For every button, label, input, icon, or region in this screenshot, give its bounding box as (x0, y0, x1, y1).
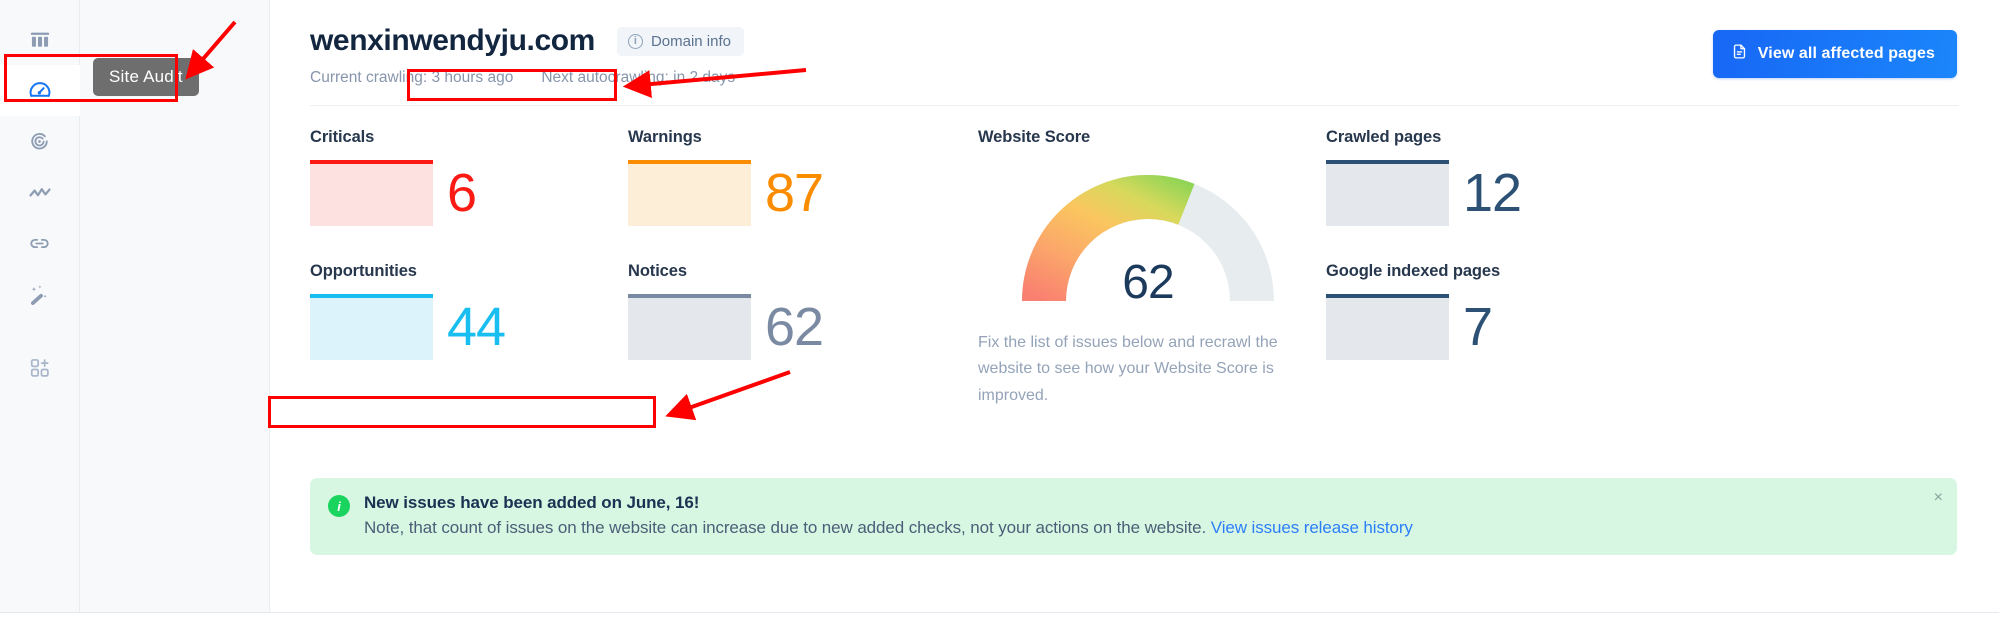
metric-value: 12 (1463, 163, 1522, 223)
banner-text: Note, that count of issues on the websit… (364, 518, 1413, 538)
metric-bar (310, 160, 433, 226)
metric-value: 7 (1463, 297, 1493, 357)
metric-card-opportunities[interactable]: Opportunities 44 (310, 262, 628, 360)
sidebar-tooltip: Site Audit (93, 58, 199, 96)
sidebar-item-tools[interactable] (0, 269, 80, 320)
sidebar-item-analytics[interactable] (0, 167, 80, 218)
metric-card-crawled-pages[interactable]: Crawled pages 12 (1326, 128, 1959, 226)
view-all-affected-pages-button[interactable]: View all affected pages (1712, 30, 1957, 78)
title-row: wenxinwendyju.com i Domain info (310, 24, 1959, 58)
icon-sidebar (0, 0, 80, 612)
main-content: wenxinwendyju.com i Domain info Current … (270, 0, 1999, 612)
banner-body: New issues have been added on June, 16! … (364, 493, 1413, 538)
next-autocrawling-text: Next autocrawling: in 2 days (541, 69, 736, 86)
close-icon[interactable]: × (1934, 490, 1943, 506)
metric-column-left: Criticals 6 Opportunities 44 (310, 128, 628, 409)
magic-wand-icon (28, 283, 51, 306)
bottom-strip (0, 612, 1999, 634)
sidebar-item-dashboard[interactable] (0, 14, 80, 65)
sidebar-item-backlinks[interactable] (0, 218, 80, 269)
metric-label: Google indexed pages (1326, 262, 1501, 280)
metric-card-notices[interactable]: Notices 62 (628, 262, 968, 360)
metric-value: 62 (765, 297, 824, 357)
sidebar-item-apps[interactable] (0, 342, 80, 393)
website-score-gauge: 62 (1018, 169, 1278, 314)
sidebar-item-site-audit[interactable] (0, 65, 80, 116)
view-all-affected-pages-label: View all affected pages (1757, 45, 1935, 62)
domain-info-badge[interactable]: i Domain info (616, 26, 744, 56)
metric-value: 44 (447, 297, 506, 357)
radar-icon (28, 130, 51, 153)
website-score-card: Website Score 62 Fix the list of issues … (968, 128, 1318, 409)
metric-bar (628, 160, 751, 226)
banner-title: New issues have been added on June, 16! (364, 493, 700, 512)
metric-bar (310, 294, 433, 360)
line-chart-icon (28, 181, 52, 205)
metric-label: Criticals (310, 128, 375, 146)
domain-info-label: Domain info (650, 32, 731, 50)
speedometer-icon (28, 79, 52, 103)
metric-value: 6 (447, 163, 477, 223)
website-score-note: Fix the list of issues below and recrawl… (978, 334, 1278, 404)
metric-label: Opportunities (310, 262, 417, 280)
link-icon (28, 232, 51, 255)
metric-card-criticals[interactable]: Criticals 6 (310, 128, 628, 226)
current-crawling-text: Current crawling: 3 hours ago (310, 69, 514, 86)
metric-value: 87 (765, 163, 824, 223)
sidebar-item-rank-tracker[interactable] (0, 116, 80, 167)
metric-bar (1326, 294, 1449, 360)
metrics-grid: Criticals 6 Opportunities 44 Warnings 87… (270, 106, 1999, 409)
crawl-status-row: Current crawling: 3 hours ago Next autoc… (310, 69, 1959, 87)
metric-label: Crawled pages (1326, 128, 1442, 146)
website-score-value: 62 (1122, 256, 1174, 309)
metric-label: Warnings (628, 128, 702, 146)
page-title: wenxinwendyju.com (310, 24, 595, 57)
info-icon: i (328, 495, 350, 517)
metric-label: Notices (628, 262, 687, 280)
metric-column-right: Crawled pages 12 Google indexed pages 7 (1318, 128, 1959, 409)
metric-bar (1326, 160, 1449, 226)
view-issues-release-history-link[interactable]: View issues release history (1211, 518, 1413, 537)
site-audit-page: Site Audit wenxinwendyju.com i Domain in… (0, 0, 1999, 634)
metric-bar (628, 294, 751, 360)
metric-card-google-indexed-pages[interactable]: Google indexed pages 7 (1326, 262, 1959, 360)
metric-column-mid: Warnings 87 Notices 62 (628, 128, 968, 409)
info-icon: i (627, 33, 643, 49)
banner-note: Note, that count of issues on the websit… (364, 518, 1207, 537)
website-score-title: Website Score (978, 128, 1091, 146)
grid-plus-icon (29, 357, 51, 379)
columns-icon (29, 29, 51, 51)
new-issues-banner: i New issues have been added on June, 16… (310, 478, 1957, 555)
metric-card-warnings[interactable]: Warnings 87 (628, 128, 968, 226)
document-icon (1731, 43, 1748, 65)
